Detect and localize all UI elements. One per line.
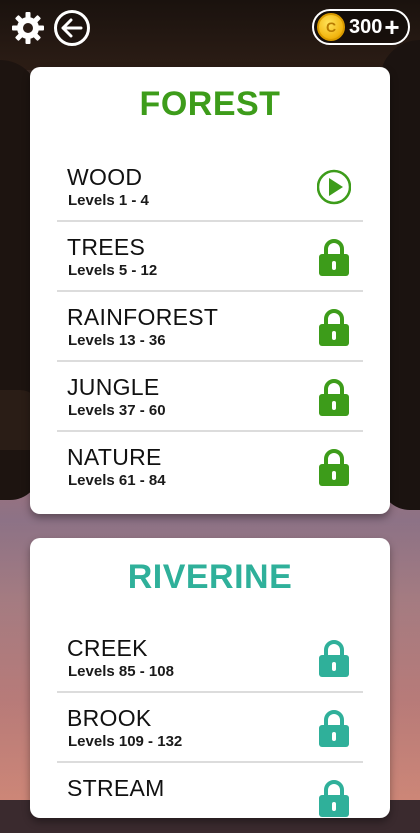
pack-name: TREES <box>67 234 146 260</box>
pack-name: CREEK <box>67 635 148 661</box>
pack-levels: Levels 37 - 60 <box>68 402 166 419</box>
world-title: FOREST <box>139 85 281 123</box>
lock-icon <box>319 780 349 817</box>
add-coins-button[interactable]: + <box>384 14 399 40</box>
world-title: RIVERINE <box>127 558 293 596</box>
pack-row-nature[interactable]: NATURE Levels 61 - 84 <box>57 432 363 502</box>
pack-name: STREAM <box>67 775 165 801</box>
gear-icon <box>12 12 44 44</box>
pack-levels: Levels 109 - 132 <box>68 733 183 750</box>
pack-name: NATURE <box>67 444 162 470</box>
lock-icon <box>319 239 349 276</box>
back-arrow-icon <box>61 18 83 38</box>
pack-name: WOOD <box>67 164 143 190</box>
top-bar: C 300 + <box>0 0 420 56</box>
pack-row-brook[interactable]: BROOK Levels 109 - 132 <box>57 693 363 763</box>
coin-icon: C <box>317 13 345 41</box>
pack-levels: Levels 5 - 12 <box>68 262 158 279</box>
pack-levels: Levels 1 - 4 <box>68 192 149 209</box>
pack-name: JUNGLE <box>67 374 160 400</box>
play-icon[interactable] <box>317 167 351 207</box>
pack-row-trees[interactable]: TREES Levels 5 - 12 <box>57 222 363 292</box>
pack-name: BROOK <box>67 705 152 731</box>
pack-levels: Levels 13 - 36 <box>68 332 166 349</box>
lock-icon <box>319 710 349 747</box>
lock-icon <box>319 640 349 677</box>
back-button[interactable] <box>54 10 90 46</box>
world-card-riverine: RIVERINE CREEK Levels 85 - 108 BROOK Lev… <box>30 538 390 818</box>
pack-row-wood[interactable]: WOOD Levels 1 - 4 <box>57 152 363 222</box>
pack-row-rainforest[interactable]: RAINFOREST Levels 13 - 36 <box>57 292 363 362</box>
pack-levels: Levels 61 - 84 <box>68 472 166 489</box>
coin-balance[interactable]: C 300 + <box>312 9 410 45</box>
pack-row-jungle[interactable]: JUNGLE Levels 37 - 60 <box>57 362 363 432</box>
pack-row-stream[interactable]: STREAM <box>57 763 363 833</box>
lock-icon <box>319 379 349 416</box>
world-card-forest: FOREST WOOD Levels 1 - 4 TREES Levels 5 … <box>30 67 390 514</box>
pack-levels: Levels 85 - 108 <box>68 663 174 680</box>
pack-name: RAINFOREST <box>67 304 219 330</box>
lock-icon <box>319 309 349 346</box>
settings-button[interactable] <box>10 10 46 46</box>
coin-count: 300 <box>349 15 383 38</box>
lock-icon <box>319 449 349 486</box>
pack-row-creek[interactable]: CREEK Levels 85 - 108 <box>57 623 363 693</box>
